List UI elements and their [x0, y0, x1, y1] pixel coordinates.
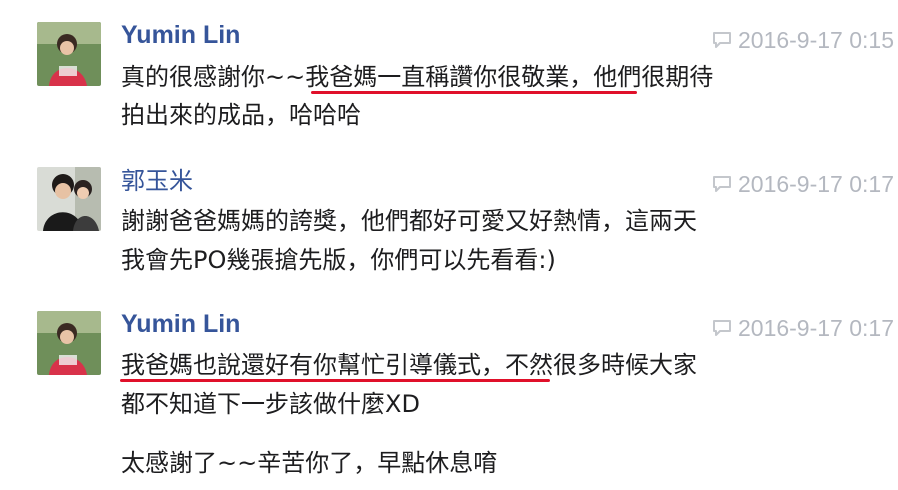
- highlight-underline: [120, 379, 550, 382]
- comment-text-line-1: 我爸媽也說還好有你幫忙引導儀式，不然很多時候大家: [121, 351, 697, 379]
- author-name[interactable]: 郭玉米: [121, 166, 193, 196]
- comment-text-line-2: 都不知道下一步該做什麼XD: [121, 390, 420, 418]
- timestamp[interactable]: 2016-9-17 0:17: [738, 171, 894, 198]
- comment-meta: 2016-9-17 0:17: [688, 313, 898, 343]
- avatar-yumin-lin[interactable]: [37, 22, 101, 86]
- comment-meta: 2016-9-17 0:15: [688, 25, 898, 55]
- profile-photo-icon: [37, 167, 101, 231]
- timestamp[interactable]: 2016-9-17 0:17: [738, 315, 894, 342]
- author-name[interactable]: Yumin Lin: [121, 309, 240, 339]
- speech-bubble-icon: [712, 319, 732, 337]
- author-name[interactable]: Yumin Lin: [121, 20, 240, 50]
- profile-photo-icon: [37, 22, 101, 86]
- comment-text-line-2: 拍出來的成品，哈哈哈: [121, 101, 361, 129]
- comment-text-line-3: 太感謝了~~辛苦你了，早點休息唷: [121, 449, 498, 477]
- comment-text-line-1: 真的很感謝你~~我爸媽一直稱讚你很敬業，他們很期待: [121, 63, 714, 91]
- timestamp[interactable]: 2016-9-17 0:15: [738, 27, 894, 54]
- avatar-yumin-lin[interactable]: [37, 311, 101, 375]
- profile-photo-icon: [37, 311, 101, 375]
- speech-bubble-icon: [712, 175, 732, 193]
- comment-meta: 2016-9-17 0:17: [688, 169, 898, 199]
- avatar-guo-yumi[interactable]: [37, 167, 101, 231]
- comment-text-line-1: 謝謝爸爸媽媽的誇獎，他們都好可愛又好熱情，這兩天: [121, 207, 697, 235]
- comment-text-line-2: 我會先PO幾張搶先版，你們可以先看看:): [121, 246, 556, 274]
- highlight-underline: [311, 91, 637, 94]
- speech-bubble-icon: [712, 31, 732, 49]
